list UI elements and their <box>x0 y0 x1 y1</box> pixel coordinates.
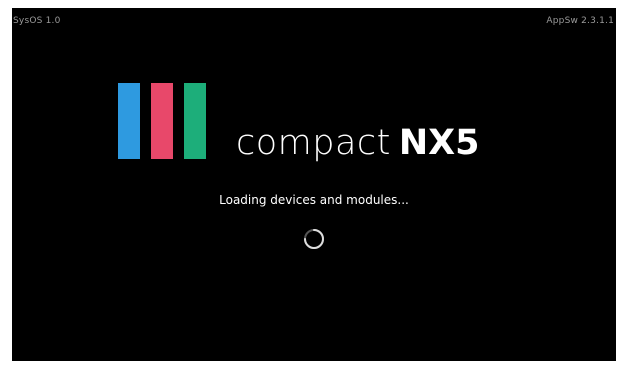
product-name-light: compact <box>236 123 391 163</box>
sysos-version-label: SysOS 1.0 <box>13 16 61 26</box>
app-version-label: AppSw 2.3.1.1 <box>546 16 614 26</box>
loading-spinner-icon <box>304 229 324 249</box>
logo-bar-green <box>184 83 206 159</box>
boot-screen: SysOS 1.0 AppSw 2.3.1.1 compact NX5 Loadi… <box>12 8 616 361</box>
product-title: compact NX5 <box>236 123 480 163</box>
loading-status-text: Loading devices and modules... <box>219 193 409 207</box>
logo-bar-red <box>151 83 173 159</box>
logo-bar-blue <box>118 83 140 159</box>
product-name-bold: NX5 <box>398 123 480 163</box>
